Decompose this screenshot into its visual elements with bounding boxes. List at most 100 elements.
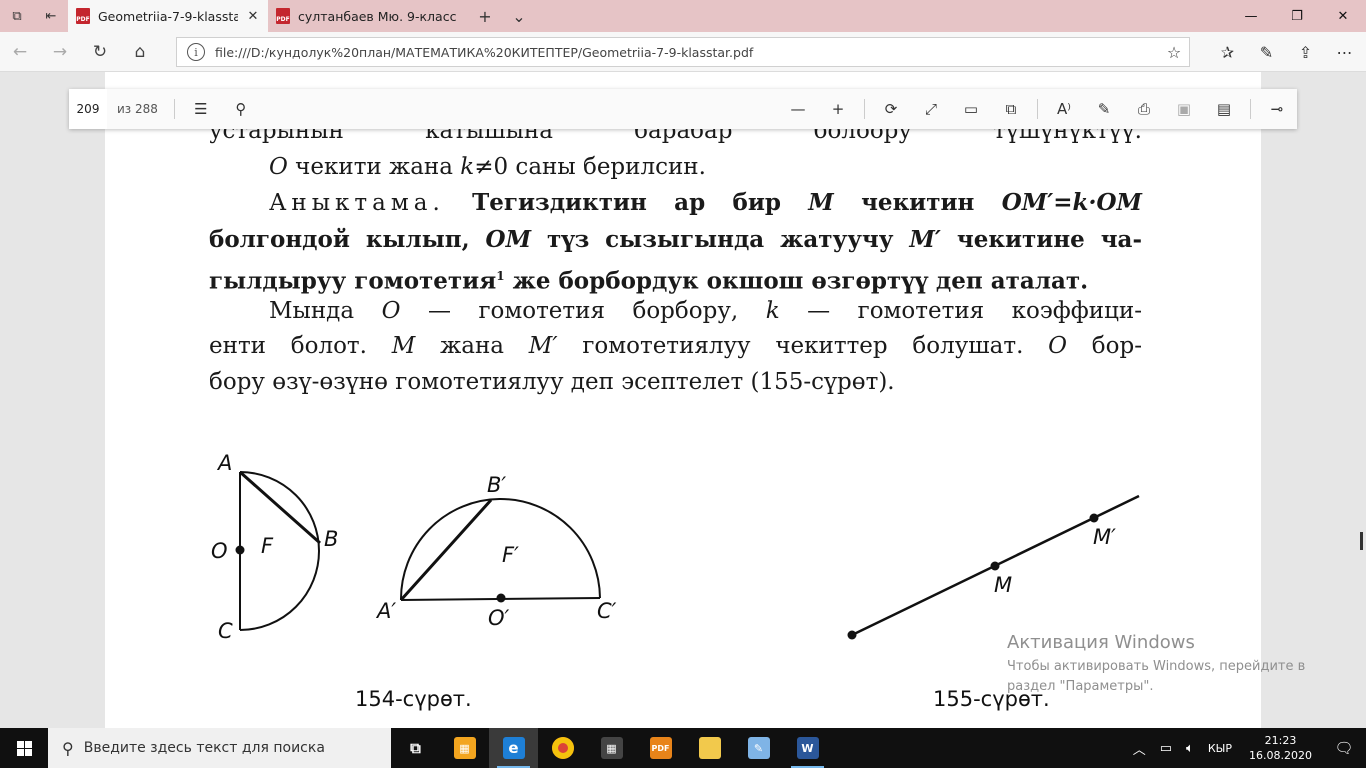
tab-list-chevron-icon[interactable]: ⌄ [502,0,536,32]
arc-abc [239,471,320,631]
edge-icon: e [502,737,525,759]
url-text[interactable]: file:///D:/кундолук%20план/МАТЕМАТИКА%20… [215,45,1159,60]
app-pdf[interactable]: PDF [636,728,685,768]
close-tab-icon[interactable]: ✕ [246,9,260,24]
address-bar[interactable]: i file:///D:/кундолук%20план/МАТЕМАТИКА%… [176,37,1190,67]
close-window-button[interactable]: ✕ [1320,0,1366,32]
app-edge[interactable]: e [489,728,538,768]
app-chrome[interactable] [538,728,587,768]
info-icon[interactable]: i [187,43,205,61]
notes-pen-icon[interactable]: ✎ [1247,32,1286,72]
clock[interactable]: 21:23 16.08.2020 [1239,733,1322,763]
navigation-bar: ← → ↻ ⌂ i file:///D:/кундолук%20план/МАТ… [0,32,1366,72]
window-controls: — ❐ ✕ [1228,0,1366,32]
back-button[interactable]: ← [0,32,40,72]
divider [864,99,865,119]
clock-date: 16.08.2020 [1249,749,1312,762]
word-icon: W [796,737,819,759]
windows-logo-icon [16,740,32,756]
app-explorer[interactable] [685,728,734,768]
clock-time: 21:23 [1264,734,1297,747]
minimize-button[interactable]: — [1228,0,1274,32]
draw-pen-icon[interactable]: ✎ [1084,89,1124,129]
maximize-button[interactable]: ❐ [1274,0,1320,32]
store-icon: ▦ [453,737,476,759]
task-view-button[interactable]: ⧉ [391,728,440,768]
more-menu-icon[interactable]: ⋯ [1325,32,1364,72]
new-tab-button[interactable]: + [468,0,502,32]
save-icon[interactable]: ▣ [1164,89,1204,129]
point-m [990,561,1000,571]
read-aloud-icon[interactable]: A⁾ [1044,89,1084,129]
label-c: C [218,619,233,643]
figure-155: M M′ [847,494,1140,640]
taskbar: ⚲ Введите здесь текст для поиска ⧉ ▦ e ▦… [0,728,1366,768]
tab-actions-icon[interactable]: ⧉ [0,0,34,32]
page-view-icon[interactable]: ⧉ [991,89,1031,129]
rotate-icon[interactable]: ⟳ [871,89,911,129]
tab-title: султанбаев Мю. 9-класс ге [298,8,460,24]
zoom-out-icon[interactable]: — [778,89,818,129]
label-b1: B′ [487,473,506,497]
favorite-star-icon[interactable]: ☆ [1159,43,1189,62]
set-aside-tabs-icon[interactable]: ⇤ [34,0,68,32]
fit-width-icon[interactable]: ▭ [951,89,991,129]
app-calculator[interactable]: ▦ [587,728,636,768]
start-button[interactable] [0,728,48,768]
app-paint[interactable]: ✎ [734,728,783,768]
favorites-icon[interactable]: ✰ [1208,32,1247,72]
task-view-icon: ⧉ [410,739,421,757]
forward-button[interactable]: → [40,32,80,72]
semicircle-arc [399,498,601,601]
home-button[interactable]: ⌂ [120,32,160,72]
battery-icon[interactable]: ▭ [1153,728,1179,768]
label-o1: O′ [488,606,510,630]
notifications-icon[interactable]: 🗨︎ [1322,739,1366,757]
divider [173,99,175,119]
page-total: из 288 [117,102,158,116]
refresh-button[interactable]: ↻ [80,32,120,72]
pdf-icon: PDF [276,8,290,24]
scrollbar-thumb[interactable] [1360,532,1363,550]
divider [1250,99,1251,119]
print-icon[interactable]: ⎙ [1124,89,1164,129]
show-hidden-icons-chevron-icon[interactable]: ︿ [1126,728,1153,768]
language-indicator[interactable]: КЫР [1201,728,1239,768]
figure-154-right: B′ F′ A′ O′ C′ [375,473,617,630]
contents-list-icon[interactable]: ☰ [181,89,221,129]
system-tray: ︿ ▭ 🔈︎ КЫР 21:23 16.08.2020 🗨︎ [1126,728,1366,768]
tab-title: Geometriia-7-9-klasstar [98,8,238,24]
page-number-input[interactable]: 209 [69,89,107,129]
label-f1: F′ [502,543,519,567]
point-o [235,545,245,555]
app-word[interactable]: W [783,728,832,768]
watermark-subtitle: Чтобы активировать Windows, перейдите в … [1007,659,1306,694]
tab-sultanbaev[interactable]: PDF султанбаев Мю. 9-класс ге [268,0,468,32]
pin-toolbar-icon[interactable]: ⊸ [1257,89,1297,129]
caption-154: 154-сүрөт. [355,687,472,711]
pdf-viewer: ▀▀▀▀▀▀▀ ▀▀▀▀▀▀▀▀▀▀▀▀▀▀ ▀▀▀▀▀▀▀▀ ▀▀▀▀▀▀▀ … [0,72,1366,728]
point-o-center [847,630,857,640]
fit-to-page-icon[interactable]: ⤢ [911,89,951,129]
volume-icon[interactable]: 🔈︎ [1179,728,1201,768]
folder-icon [698,737,721,759]
calculator-icon: ▦ [600,737,623,759]
chrome-icon [551,737,574,759]
browser-tools: ✰ ✎ ⇪ ⋯ [1208,32,1364,72]
label-b: B [324,527,338,551]
search-icon: ⚲ [62,738,74,758]
pdf-app-icon: PDF [649,737,672,759]
activation-watermark: Активация Windows Чтобы активировать Win… [1007,632,1327,697]
share-icon[interactable]: ⇪ [1286,32,1325,72]
pdf-toolbar: 209 из 288 ☰ ⚲ — + ⟳ ⤢ ▭ ⧉ A⁾ ✎ ⎙ ▣ ▤ ⊸ [69,89,1297,129]
taskbar-search[interactable]: ⚲ Введите здесь текст для поиска [48,728,391,768]
tab-geometriia[interactable]: PDF Geometriia-7-9-klasstar ✕ [68,0,268,32]
figure-154-left: A B O C F [211,451,338,643]
save-as-icon[interactable]: ▤ [1204,89,1244,129]
label-a1: A′ [375,599,396,623]
search-icon[interactable]: ⚲ [221,89,261,129]
watermark-title: Активация Windows [1007,632,1195,653]
app-store[interactable]: ▦ [440,728,489,768]
pdf-page: ▀▀▀▀▀▀▀ ▀▀▀▀▀▀▀▀▀▀▀▀▀▀ ▀▀▀▀▀▀▀▀ ▀▀▀▀▀▀▀ … [105,72,1261,728]
zoom-in-icon[interactable]: + [818,89,858,129]
